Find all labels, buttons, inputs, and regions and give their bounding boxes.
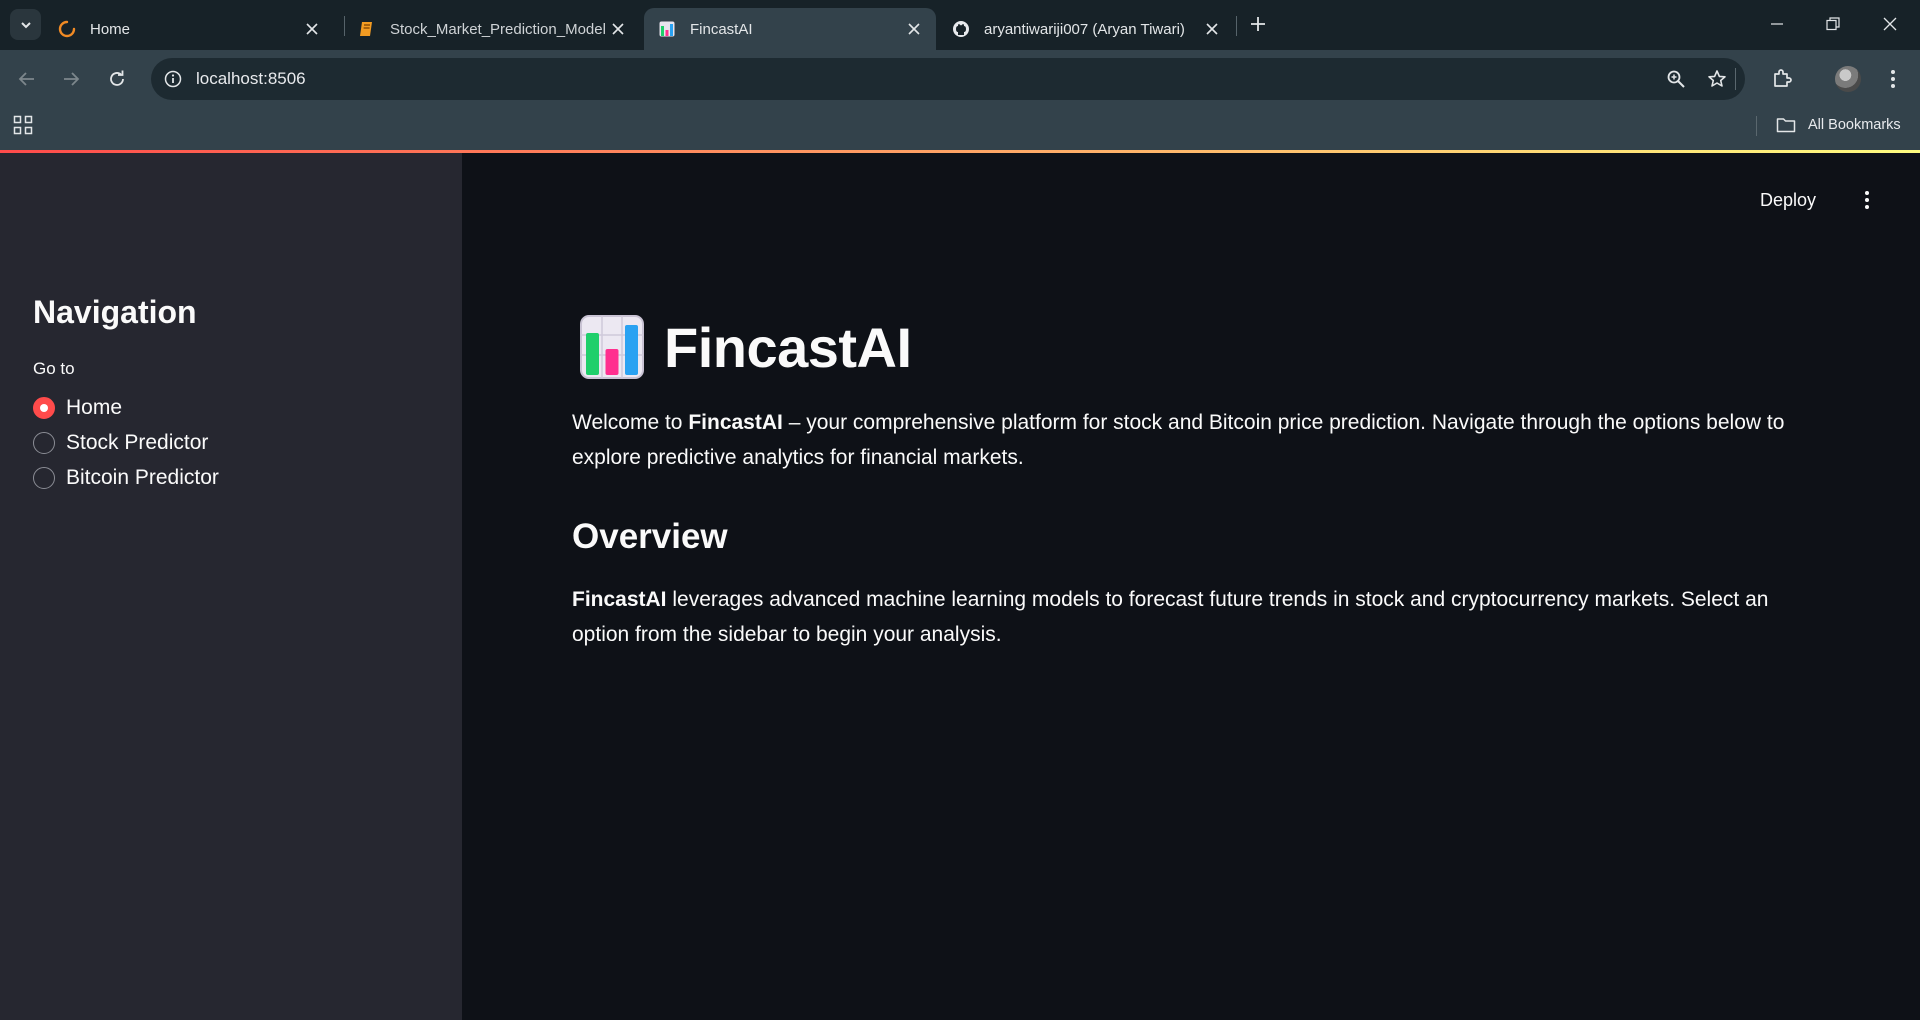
radio-unchecked-icon[interactable] bbox=[33, 432, 55, 454]
radio-label: Stock Predictor bbox=[66, 431, 209, 454]
overview-heading: Overview bbox=[572, 517, 728, 556]
github-icon bbox=[952, 20, 970, 38]
tab-stock-market-prediction[interactable]: Stock_Market_Prediction_Model bbox=[344, 8, 640, 50]
tab-home[interactable]: Home bbox=[44, 8, 334, 50]
app-viewport: Navigation Go to Home Stock Predictor Bi… bbox=[0, 150, 1920, 1020]
intro-brand: FincastAI bbox=[688, 411, 783, 434]
close-icon[interactable] bbox=[302, 19, 322, 39]
radio-option-home[interactable]: Home bbox=[33, 393, 122, 423]
radio-option-bitcoin-predictor[interactable]: Bitcoin Predictor bbox=[33, 463, 219, 493]
browser-menu-icon[interactable] bbox=[1880, 66, 1906, 92]
tab-github-profile[interactable]: aryantiwariji007 (Aryan Tiwari) bbox=[938, 8, 1234, 50]
tab-title: aryantiwariji007 (Aryan Tiwari) bbox=[984, 20, 1185, 38]
profile-avatar[interactable] bbox=[1835, 66, 1861, 92]
close-window-button[interactable] bbox=[1875, 12, 1905, 36]
plus-icon bbox=[1251, 17, 1265, 31]
minimize-icon bbox=[1771, 23, 1783, 25]
bar-chart-icon bbox=[580, 315, 644, 379]
book-icon bbox=[358, 20, 376, 38]
close-icon[interactable] bbox=[904, 19, 924, 39]
radio-option-stock-predictor[interactable]: Stock Predictor bbox=[33, 428, 208, 458]
arrow-left-icon bbox=[18, 72, 34, 86]
zoom-icon[interactable] bbox=[1664, 67, 1688, 91]
url-text[interactable]: localhost:8506 bbox=[196, 68, 306, 90]
toolbar-separator bbox=[1735, 68, 1736, 90]
close-icon bbox=[1883, 17, 1897, 31]
back-button[interactable] bbox=[14, 66, 40, 92]
all-bookmarks-label: All Bookmarks bbox=[1808, 117, 1901, 133]
tab-separator bbox=[1236, 16, 1237, 36]
overview-paragraph: FincastAI leverages advanced machine lea… bbox=[572, 582, 1822, 652]
radio-label: Home bbox=[66, 396, 123, 419]
new-tab-button[interactable] bbox=[1246, 12, 1270, 36]
bookmarks-bar bbox=[0, 108, 1920, 150]
tab-search-button[interactable] bbox=[10, 9, 41, 40]
main-menu-icon[interactable] bbox=[1855, 188, 1879, 212]
intro-prefix: Welcome to bbox=[572, 411, 689, 434]
radio-label: Bitcoin Predictor bbox=[66, 466, 219, 489]
address-bar[interactable] bbox=[151, 58, 1745, 100]
site-info-icon[interactable] bbox=[162, 68, 184, 90]
reload-button[interactable] bbox=[104, 66, 130, 92]
bar-chart-icon bbox=[658, 20, 676, 38]
reload-icon bbox=[110, 70, 124, 86]
intro-paragraph: Welcome to FincastAI – your comprehensiv… bbox=[572, 405, 1822, 475]
bookmark-separator bbox=[1756, 116, 1757, 136]
loading-spinner-icon bbox=[58, 20, 76, 38]
browser-tab-strip: Home Stock_Market_Prediction_Model Finca… bbox=[0, 0, 1920, 50]
restore-button[interactable] bbox=[1818, 12, 1848, 36]
radio-unchecked-icon[interactable] bbox=[33, 467, 55, 489]
tab-title: FincastAI bbox=[690, 20, 753, 38]
tab-fincastai[interactable]: FincastAI bbox=[644, 8, 936, 50]
page-title: FincastAI bbox=[664, 315, 912, 379]
arrow-right-icon bbox=[64, 72, 80, 86]
folder-icon bbox=[1776, 116, 1798, 134]
overview-brand: FincastAI bbox=[572, 588, 667, 611]
close-icon[interactable] bbox=[1202, 19, 1222, 39]
tab-title: Home bbox=[90, 20, 131, 38]
minimize-button[interactable] bbox=[1762, 12, 1792, 36]
apps-grid-icon[interactable] bbox=[12, 114, 34, 136]
tab-title: Stock_Market_Prediction_Model bbox=[390, 20, 606, 38]
close-icon[interactable] bbox=[608, 19, 628, 39]
radio-checked-icon[interactable] bbox=[33, 397, 55, 419]
overview-text: leverages advanced machine learning mode… bbox=[572, 588, 1769, 646]
restore-icon bbox=[1826, 17, 1840, 31]
radio-group-label: Go to bbox=[33, 359, 75, 378]
all-bookmarks-button[interactable]: All Bookmarks bbox=[1776, 114, 1901, 136]
chevron-down-icon bbox=[20, 21, 31, 28]
bookmark-star-icon[interactable] bbox=[1705, 67, 1729, 91]
extensions-icon[interactable] bbox=[1769, 66, 1795, 92]
sidebar: Navigation Go to Home Stock Predictor Bi… bbox=[0, 153, 462, 1020]
forward-button[interactable] bbox=[58, 66, 84, 92]
sidebar-title: Navigation bbox=[33, 294, 197, 330]
deploy-button[interactable]: Deploy bbox=[1760, 186, 1816, 214]
page-header: FincastAI bbox=[580, 312, 912, 382]
